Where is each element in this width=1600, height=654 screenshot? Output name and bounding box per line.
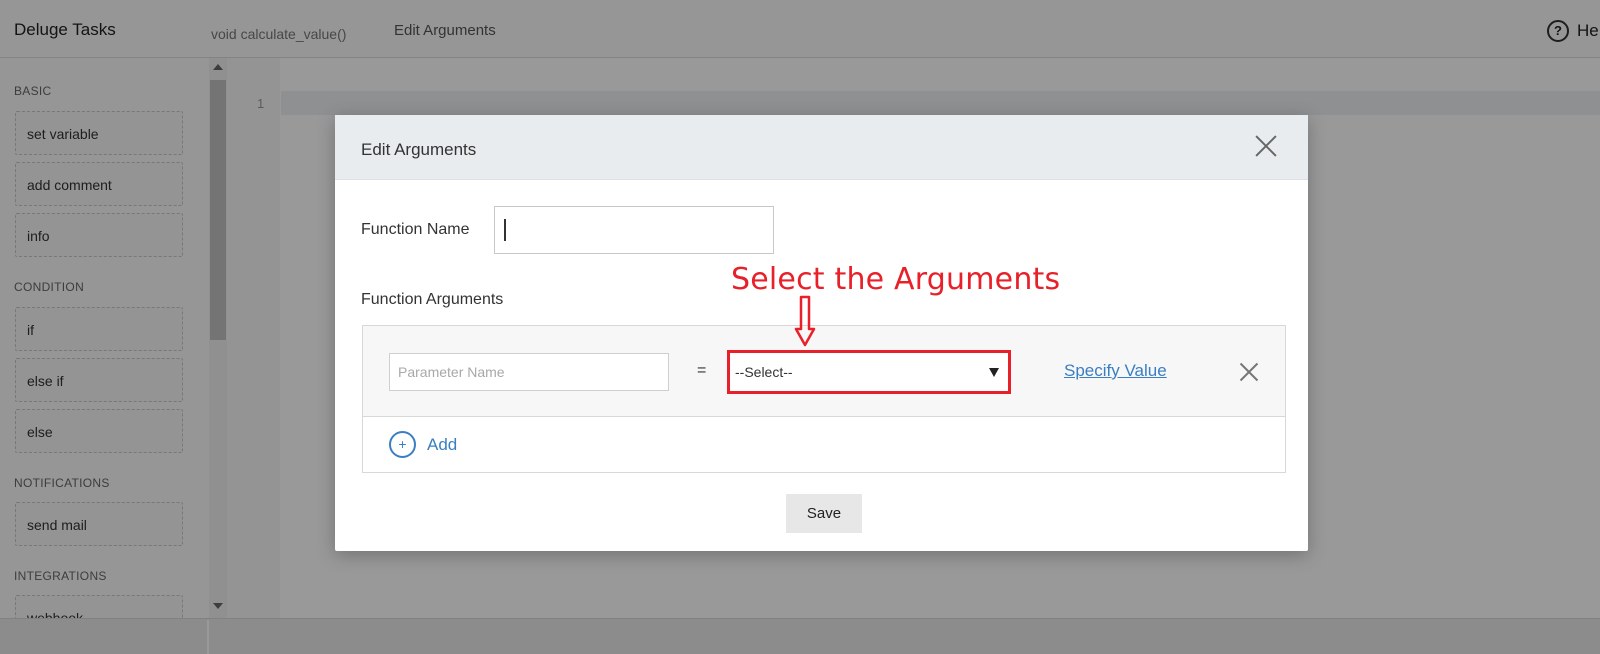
annotation-arrow-icon	[794, 295, 816, 347]
dialog-header: Edit Arguments	[335, 115, 1308, 180]
arguments-table: = --Select-- Specify Value + Add	[362, 325, 1286, 473]
function-name-label: Function Name	[361, 221, 470, 238]
dropdown-caret-icon	[989, 368, 999, 377]
remove-argument-icon[interactable]	[1238, 361, 1260, 383]
close-icon[interactable]	[1252, 132, 1280, 160]
argument-select-value: --Select--	[735, 364, 793, 380]
parameter-name-input[interactable]	[389, 353, 669, 391]
dialog-title: Edit Arguments	[361, 140, 477, 159]
argument-select[interactable]: --Select--	[727, 350, 1011, 394]
save-button[interactable]: Save	[786, 494, 862, 533]
annotation-text: Select the Arguments	[731, 262, 1061, 297]
add-argument-button[interactable]: + Add	[389, 431, 457, 458]
specify-value-link[interactable]: Specify Value	[1064, 361, 1167, 381]
add-label: Add	[427, 434, 458, 454]
add-circle-icon: +	[389, 431, 416, 458]
text-cursor	[504, 219, 506, 241]
argument-row: = --Select-- Specify Value	[363, 326, 1285, 417]
function-arguments-label: Function Arguments	[361, 291, 504, 308]
equals-sign: =	[697, 362, 707, 379]
function-name-input[interactable]	[494, 206, 774, 254]
edit-arguments-dialog: Edit Arguments Function Name Function Ar…	[335, 115, 1308, 551]
